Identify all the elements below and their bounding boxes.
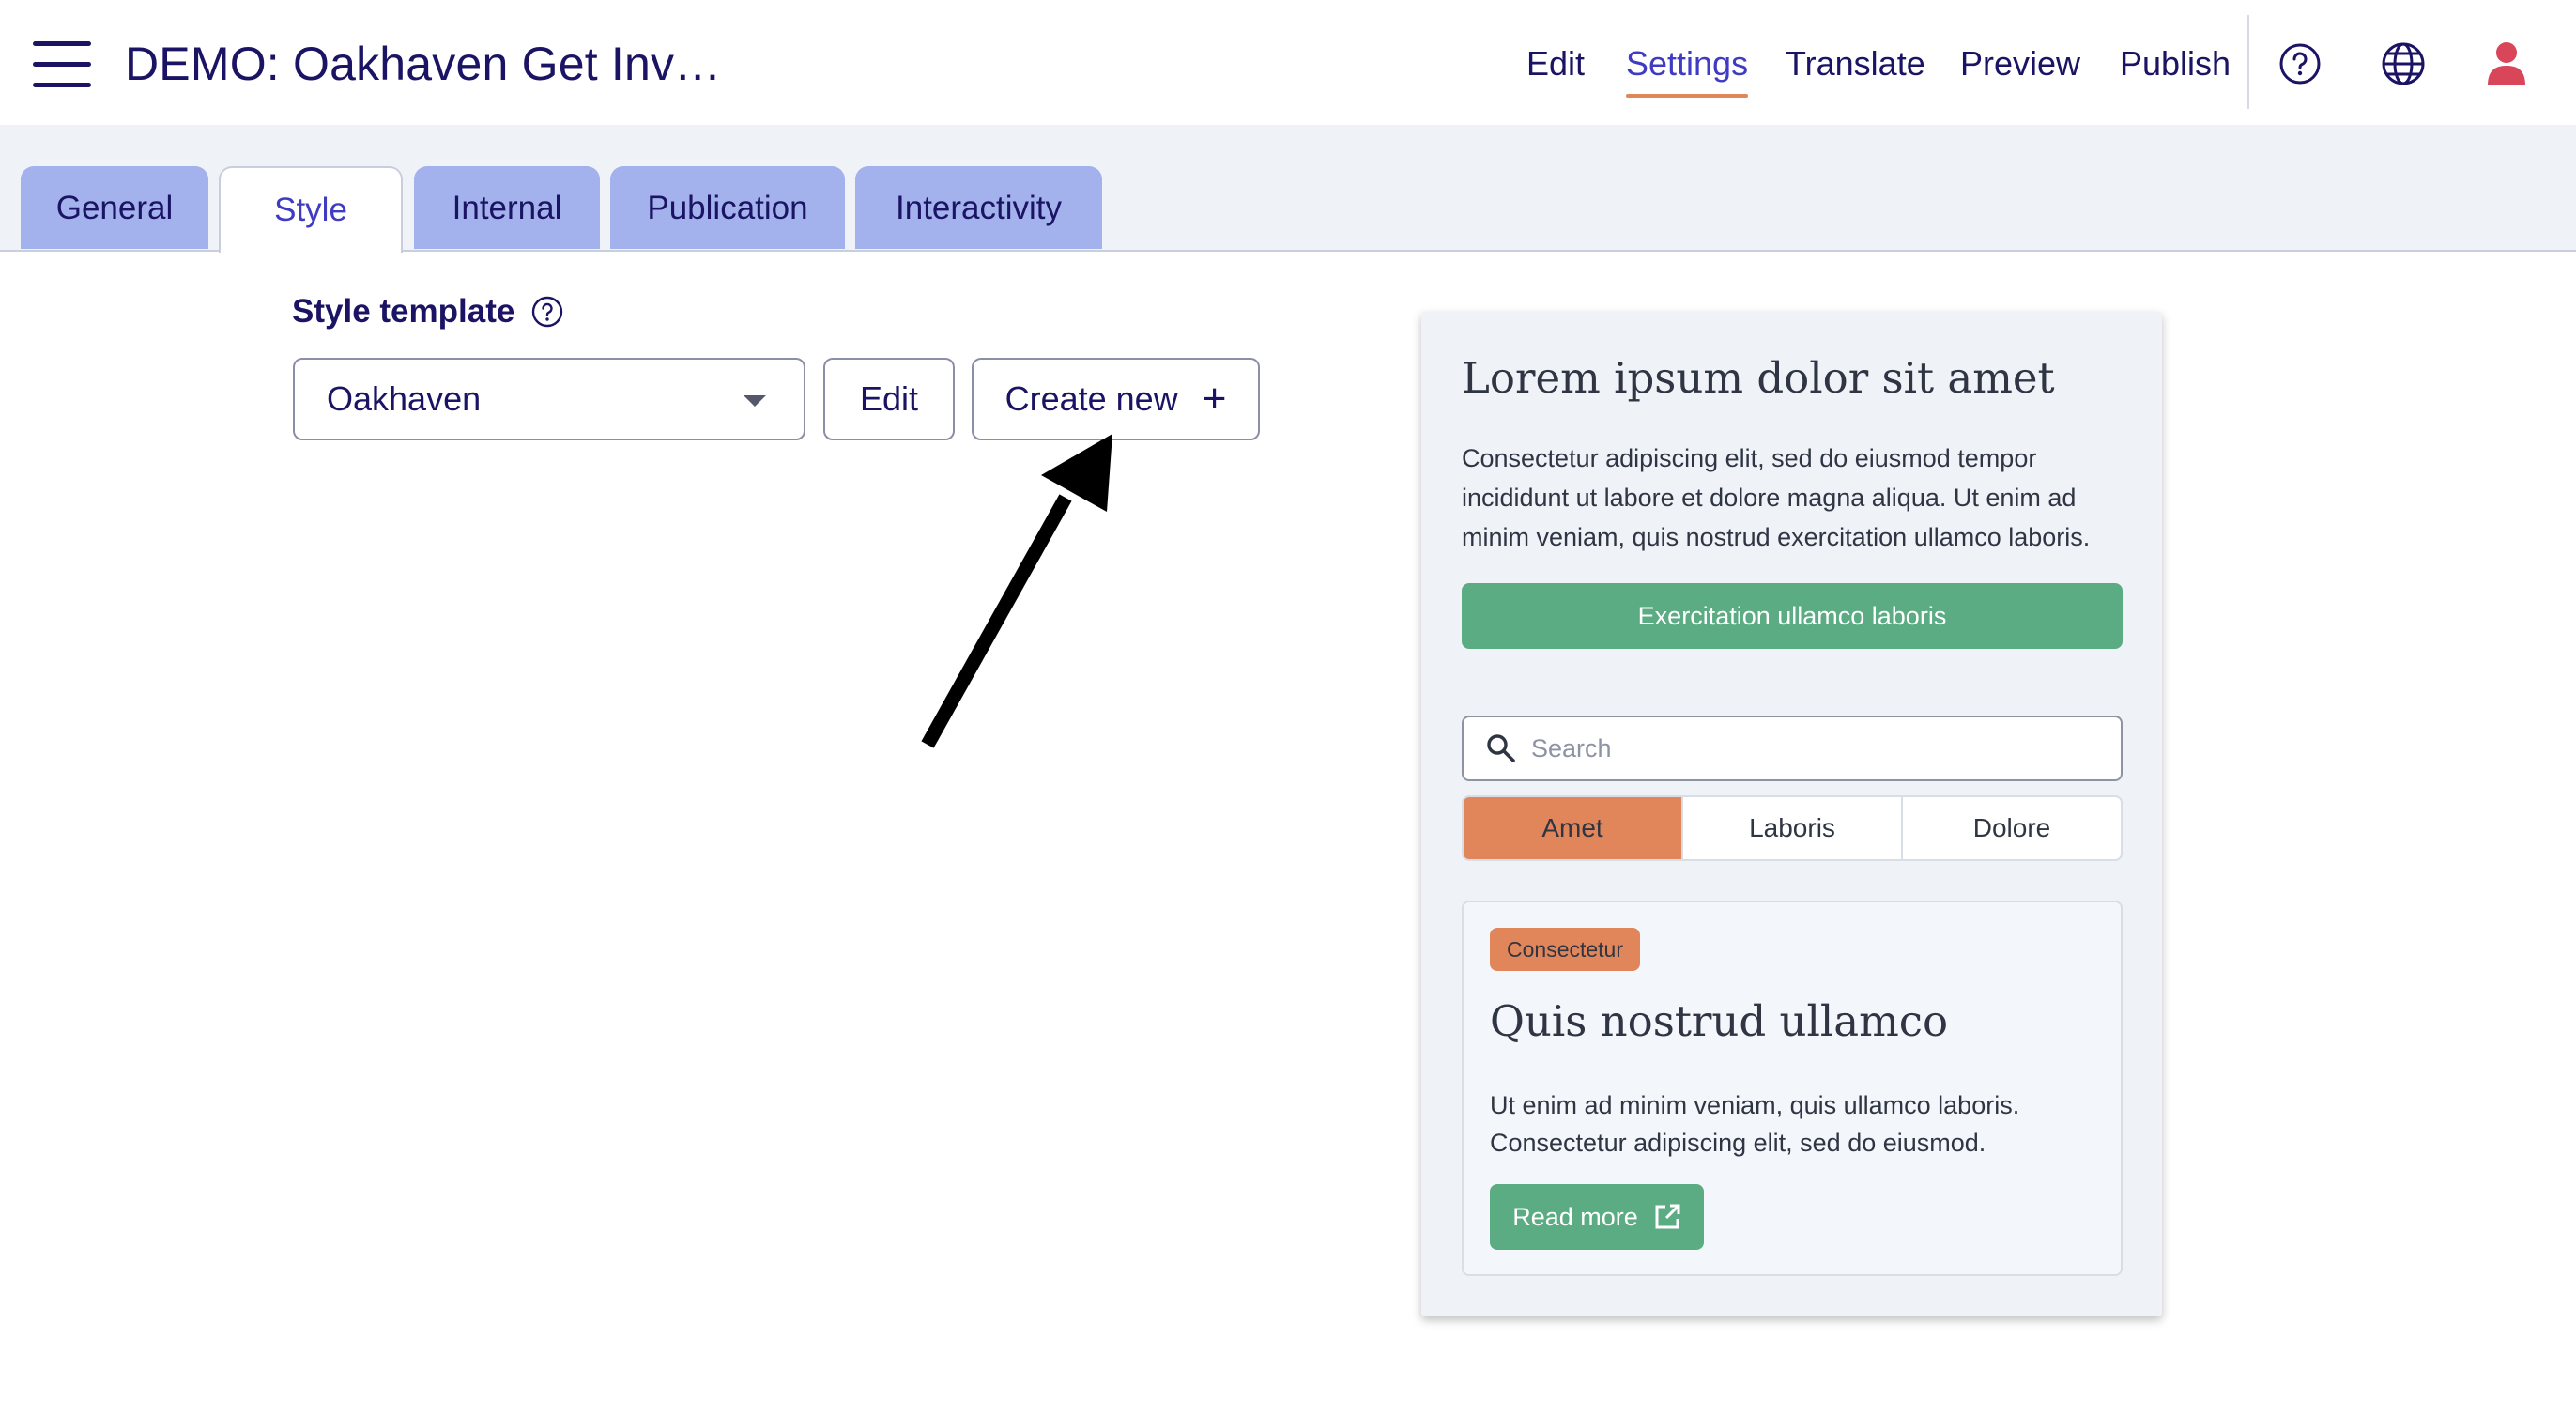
plus-icon: + [1202,376,1227,422]
app-title: DEMO: Oakhaven Get Inv… [125,38,722,90]
chevron-down-icon [744,395,766,407]
preview-heading: Lorem ipsum dolor sit amet [1462,353,2055,403]
external-link-icon [1655,1204,1680,1229]
preview-card-title: Quis nostrud ullamco [1490,996,1949,1046]
preview-segmented-control: Amet Laboris Dolore [1462,795,2123,861]
tab-general[interactable]: General [21,166,208,249]
segment-laboris[interactable]: Laboris [1683,797,1903,859]
edit-template-label: Edit [859,379,919,418]
nav-settings[interactable]: Settings [1626,38,1749,98]
preview-primary-button[interactable]: Exercitation ullamco laboris [1462,583,2123,649]
tab-interactivity[interactable]: Interactivity [855,166,1102,249]
search-icon [1487,734,1515,762]
read-more-button[interactable]: Read more [1490,1184,1704,1250]
hamburger-menu-icon[interactable] [33,41,91,88]
top-bar: DEMO: Oakhaven Get Inv… Edit Settings Tr… [0,0,2576,125]
style-preview-panel: Lorem ipsum dolor sit amet Consectetur a… [1421,312,2162,1316]
nav-translate[interactable]: Translate [1786,38,1925,90]
nav-edit[interactable]: Edit [1526,38,1585,90]
user-icon[interactable] [2480,38,2533,90]
help-icon[interactable] [2274,38,2326,90]
style-template-value: Oakhaven [327,379,482,418]
tab-style[interactable]: Style [219,166,403,253]
preview-search-placeholder: Search [1531,733,1612,762]
topbar-divider [2247,15,2249,109]
preview-content-card: Consectetur Quis nostrud ullamco Ut enim… [1462,901,2123,1276]
tab-internal[interactable]: Internal [414,166,600,249]
create-new-label: Create new [1004,379,1178,418]
preview-body-text: Consectetur adipiscing elit, sed do eius… [1462,444,2091,551]
nav-preview[interactable]: Preview [1960,38,2080,90]
settings-tabs: General Style Internal Publication Inter… [0,125,2576,253]
preview-search-input[interactable]: Search [1462,716,2123,781]
preview-card-text: Ut enim ad minim veniam, quis ullamco la… [1490,1091,2020,1157]
segment-dolore[interactable]: Dolore [1903,797,2121,859]
edit-template-button[interactable]: Edit [823,358,955,440]
globe-icon[interactable] [2377,38,2430,90]
preview-card-badge: Consectetur [1490,928,1641,971]
segment-amet[interactable]: Amet [1464,797,1683,859]
style-template-label-text: Style template [292,293,515,330]
read-more-label: Read more [1512,1202,1638,1231]
help-circle-icon[interactable] [531,296,563,328]
tab-publication[interactable]: Publication [610,166,845,249]
create-new-template-button[interactable]: Create new + [972,358,1260,440]
style-template-select[interactable]: Oakhaven [293,358,805,440]
style-template-label: Style template [292,293,563,331]
nav-publish[interactable]: Publish [2120,38,2231,90]
